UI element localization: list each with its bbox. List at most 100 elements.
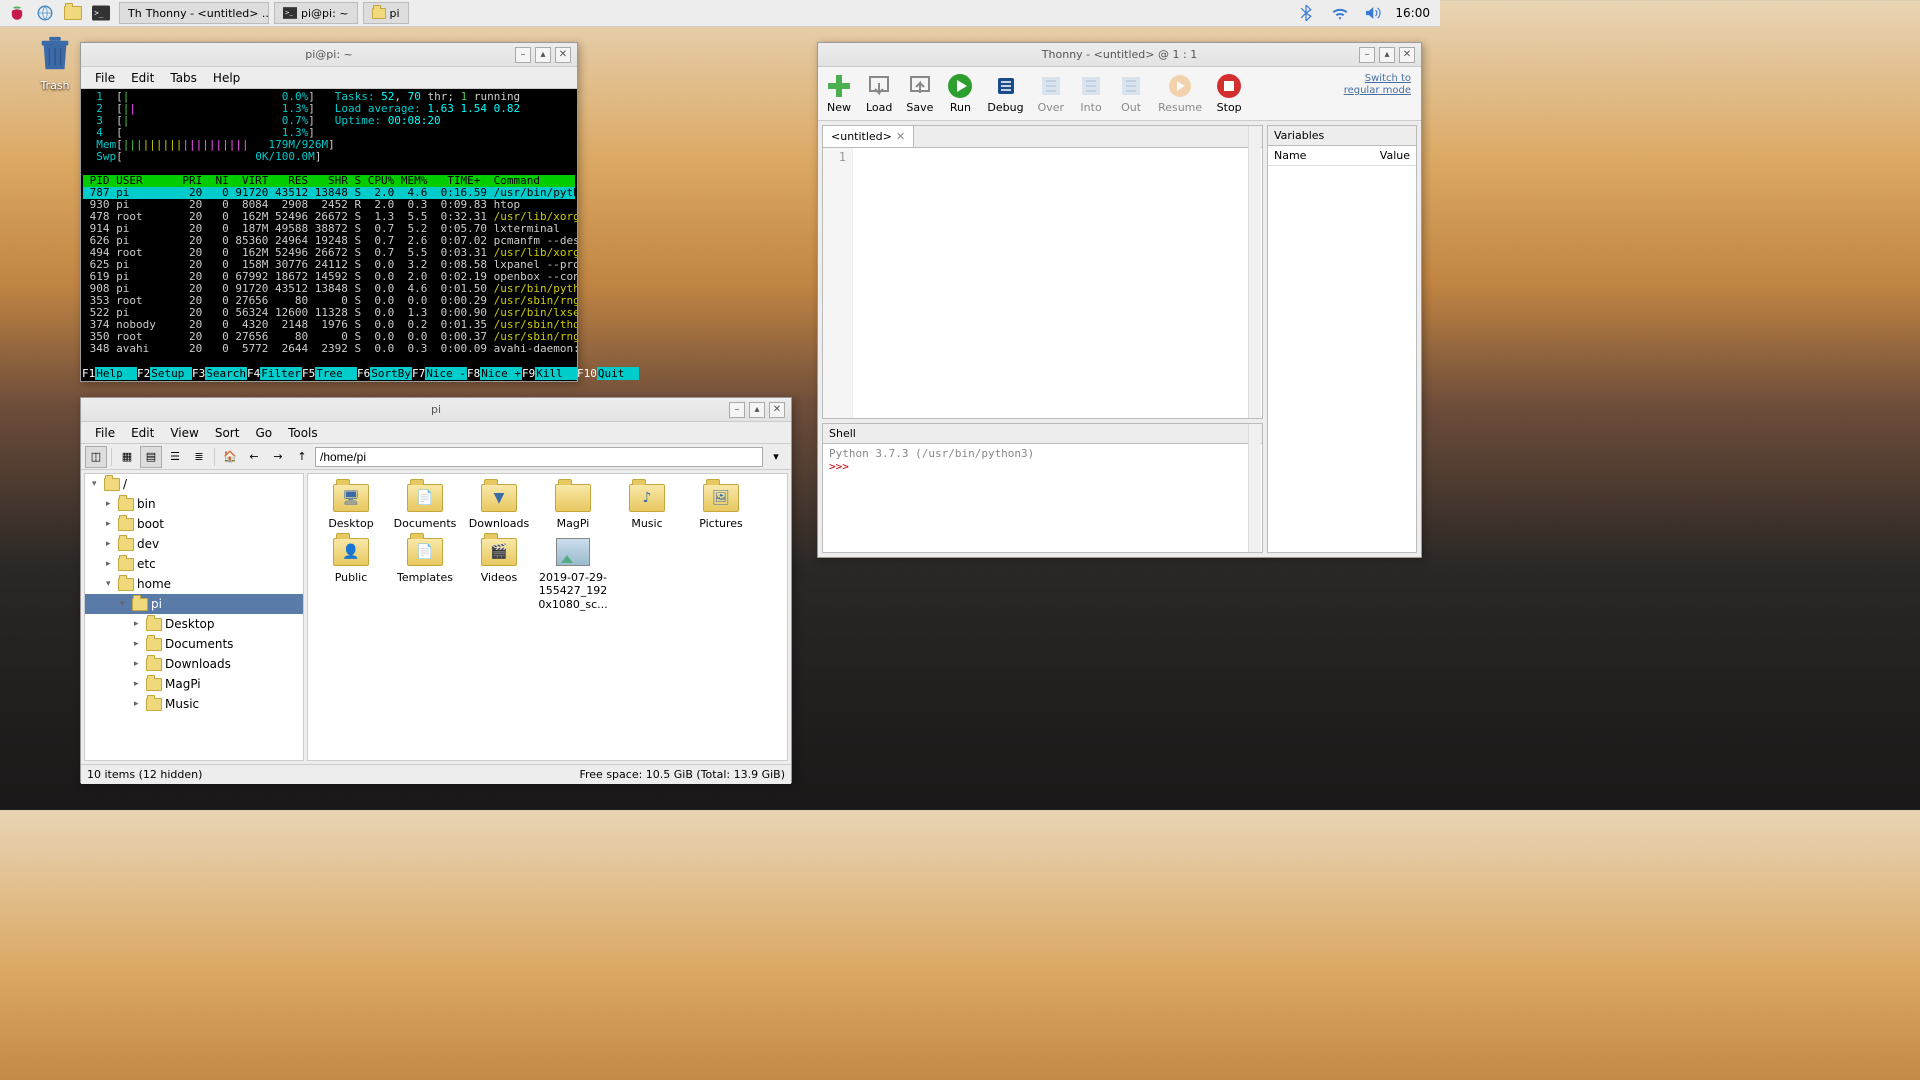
desktop-trash[interactable]: Trash: [25, 35, 85, 92]
tree-item-Documents[interactable]: ▸Documents: [85, 634, 303, 654]
volume-icon[interactable]: [1361, 2, 1387, 24]
tree-item-bin[interactable]: ▸bin: [85, 494, 303, 514]
fm-menu-edit[interactable]: Edit: [123, 424, 162, 442]
fm-status-left: 10 items (12 hidden): [87, 768, 202, 781]
fm-menu-go[interactable]: Go: [247, 424, 280, 442]
terminal-menu-edit[interactable]: Edit: [123, 69, 162, 87]
thonny-debug-button[interactable]: Debug: [987, 73, 1023, 114]
fm-menubar: File Edit View Sort Go Tools: [81, 422, 791, 444]
thonny-window: Thonny - <untitled> @ 1 : 1 – ▴ ✕ New Loa…: [817, 42, 1422, 558]
thonny-maximize-button[interactable]: ▴: [1379, 47, 1395, 63]
editor-scrollbar[interactable]: [1248, 126, 1261, 418]
fm-item-magpi[interactable]: MagPi: [538, 482, 608, 530]
terminal-menu-tabs[interactable]: Tabs: [162, 69, 205, 87]
tree-item-pi[interactable]: ▾pi: [85, 594, 303, 614]
fm-statusbar: 10 items (12 hidden) Free space: 10.5 Gi…: [81, 764, 791, 784]
fm-item-music[interactable]: ♪Music: [612, 482, 682, 530]
thonny-toolbar: NewLoadSaveRunDebugOverIntoOutResumeStop…: [818, 67, 1421, 121]
fm-menu-sort[interactable]: Sort: [207, 424, 248, 442]
tree-item-Downloads[interactable]: ▸Downloads: [85, 654, 303, 674]
fm-view-places-button[interactable]: ◫: [85, 446, 107, 468]
thonny-new-button[interactable]: New: [826, 73, 852, 114]
fm-maximize-button[interactable]: ▴: [749, 402, 765, 418]
terminal-maximize-button[interactable]: ▴: [535, 47, 551, 63]
taskbar-item-filemanager[interactable]: pi: [363, 2, 409, 24]
fm-item-documents[interactable]: 📄Documents: [390, 482, 460, 530]
tree-item-dev[interactable]: ▸dev: [85, 534, 303, 554]
fm-item-templates[interactable]: 📄Templates: [390, 536, 460, 611]
menu-raspberry-icon[interactable]: [4, 2, 30, 24]
thonny-vars-header[interactable]: Name Value: [1268, 146, 1416, 166]
fm-view-list-button[interactable]: ☰: [164, 446, 186, 468]
taskbar: >_ ThThonny - <untitled> ... >_pi@pi: ~ …: [0, 0, 1440, 27]
tab-close-icon[interactable]: ✕: [896, 130, 905, 143]
terminal-close-button[interactable]: ✕: [555, 47, 571, 63]
fm-icon-view[interactable]: 🖥Desktop📄Documents▼DownloadsMagPi♪Music🖼…: [307, 473, 788, 761]
tree-item-root[interactable]: ▾/: [85, 474, 303, 494]
fm-item-videos[interactable]: 🎬Videos: [464, 536, 534, 611]
fm-item-desktop[interactable]: 🖥Desktop: [316, 482, 386, 530]
wifi-icon[interactable]: [1327, 2, 1353, 24]
fm-home-button[interactable]: 🏠: [219, 446, 241, 468]
thonny-gutter: 1: [823, 148, 853, 418]
tree-item-Desktop[interactable]: ▸Desktop: [85, 614, 303, 634]
thonny-shell: Shell Python 3.7.3 (/usr/bin/python3) >>…: [822, 423, 1263, 553]
shell-scrollbar[interactable]: [1248, 424, 1261, 552]
tree-item-Music[interactable]: ▸Music: [85, 694, 303, 714]
clock[interactable]: 16:00: [1395, 6, 1436, 20]
thonny-switch-mode-link[interactable]: Switch to regular mode: [1344, 73, 1411, 97]
terminal-window: pi@pi: ~ – ▴ ✕ File Edit Tabs Help 1 [| …: [80, 42, 578, 382]
fm-menu-tools[interactable]: Tools: [280, 424, 326, 442]
terminal-menu-file[interactable]: File: [87, 69, 123, 87]
fm-item-pictures[interactable]: 🖼Pictures: [686, 482, 756, 530]
thonny-editor-tab[interactable]: <untitled>✕: [823, 126, 914, 147]
file-manager-icon[interactable]: [60, 2, 86, 24]
thonny-run-button[interactable]: Run: [947, 73, 973, 114]
thonny-shell-body[interactable]: Python 3.7.3 (/usr/bin/python3) >>>: [823, 444, 1262, 552]
terminal-minimize-button[interactable]: –: [515, 47, 531, 63]
fm-item-2019[interactable]: 2019-07-29-155427_1920x1080_sc...: [538, 536, 608, 611]
web-browser-icon[interactable]: [32, 2, 58, 24]
tree-item-etc[interactable]: ▸etc: [85, 554, 303, 574]
thonny-load-button[interactable]: Load: [866, 73, 892, 114]
bluetooth-icon[interactable]: [1293, 2, 1319, 24]
terminal-titlebar[interactable]: pi@pi: ~ – ▴ ✕: [81, 43, 577, 67]
thonny-titlebar[interactable]: Thonny - <untitled> @ 1 : 1 – ▴ ✕: [818, 43, 1421, 67]
terminal-menu-help[interactable]: Help: [205, 69, 248, 87]
fm-toolbar: ◫ ▦ ▤ ☰ ≣ 🏠 ← → ↑ ▾: [81, 444, 791, 470]
terminal-launcher-icon[interactable]: >_: [88, 2, 114, 24]
fm-menu-file[interactable]: File: [87, 424, 123, 442]
fm-view-detail-button[interactable]: ≣: [188, 446, 210, 468]
taskbar-item-terminal[interactable]: >_pi@pi: ~: [274, 2, 358, 24]
thonny-save-button[interactable]: Save: [906, 73, 933, 114]
fm-tree[interactable]: ▾/▸bin▸boot▸dev▸etc▾home▾pi▸Desktop▸Docu…: [84, 473, 304, 761]
thonny-stop-button[interactable]: Stop: [1216, 73, 1242, 114]
fm-path-dropdown[interactable]: ▾: [765, 446, 787, 468]
fm-menu-view[interactable]: View: [162, 424, 206, 442]
fm-view-compact-button[interactable]: ▤: [140, 446, 162, 468]
thonny-out-button: Out: [1118, 73, 1144, 114]
trash-label: Trash: [25, 79, 85, 92]
fm-close-button[interactable]: ✕: [769, 402, 785, 418]
thonny-minimize-button[interactable]: –: [1359, 47, 1375, 63]
thonny-code-area[interactable]: [853, 148, 1262, 418]
fm-item-public[interactable]: 👤Public: [316, 536, 386, 611]
tree-item-MagPi[interactable]: ▸MagPi: [85, 674, 303, 694]
svg-text:>_: >_: [285, 11, 293, 17]
fm-up-button[interactable]: ↑: [291, 446, 313, 468]
terminal-menubar: File Edit Tabs Help: [81, 67, 577, 89]
thonny-into-button: Into: [1078, 73, 1104, 114]
thonny-close-button[interactable]: ✕: [1399, 47, 1415, 63]
thonny-variables-panel: Variables Name Value: [1267, 125, 1417, 553]
tree-item-home[interactable]: ▾home: [85, 574, 303, 594]
fm-path-input[interactable]: [315, 447, 763, 467]
fm-minimize-button[interactable]: –: [729, 402, 745, 418]
tree-item-boot[interactable]: ▸boot: [85, 514, 303, 534]
fm-back-button[interactable]: ←: [243, 446, 265, 468]
fm-view-icons-button[interactable]: ▦: [116, 446, 138, 468]
fm-forward-button[interactable]: →: [267, 446, 289, 468]
terminal-body[interactable]: 1 [| 0.0%] Tasks: 52, 70 thr; 1 running …: [81, 89, 577, 381]
taskbar-item-thonny[interactable]: ThThonny - <untitled> ...: [119, 2, 269, 24]
fm-titlebar[interactable]: pi – ▴ ✕: [81, 398, 791, 422]
fm-item-downloads[interactable]: ▼Downloads: [464, 482, 534, 530]
